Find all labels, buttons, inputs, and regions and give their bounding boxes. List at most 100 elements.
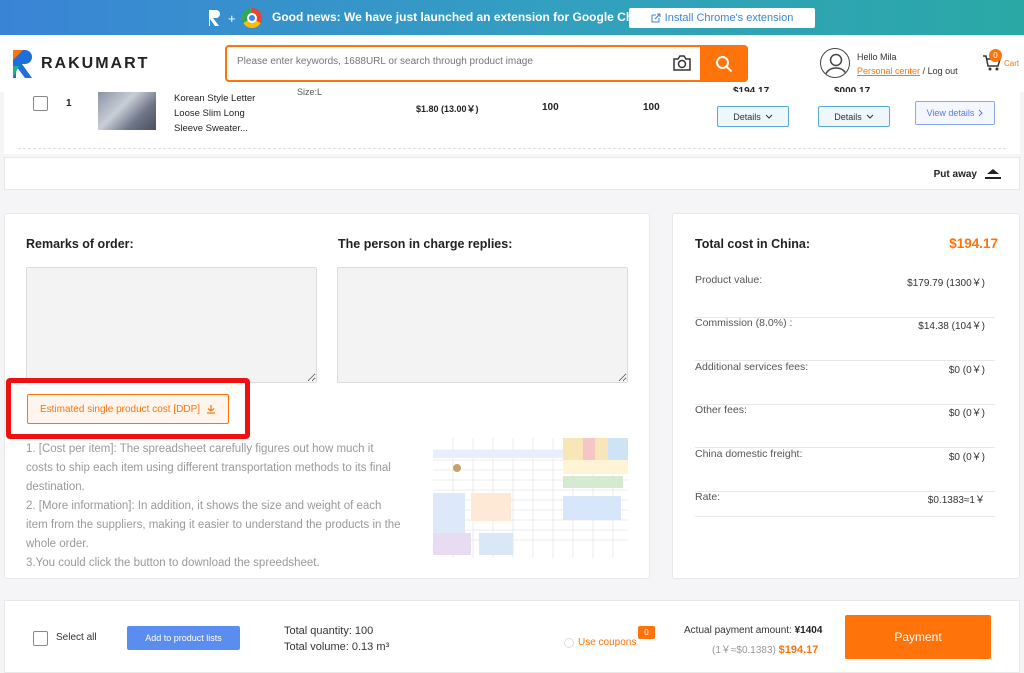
details-dropdown-button[interactable]: Details	[717, 106, 789, 127]
product-size: Size:L	[297, 87, 323, 97]
summary-row-value: $179.79 (1300￥)	[907, 278, 985, 289]
row-divider	[18, 148, 1006, 149]
chevron-down-icon	[765, 114, 773, 119]
personal-center-link[interactable]: Personal center	[857, 66, 920, 76]
logo-text: RAKUMART	[41, 55, 150, 72]
summary-row-label: Additional services fees:	[695, 361, 809, 373]
actual-payment-value: ¥1404	[794, 625, 823, 636]
explanation-line: 1. [Cost per item]: The spreadsheet care…	[26, 443, 374, 455]
put-away-label: Put away	[933, 169, 977, 180]
total-quantity: Total quantity: 100	[284, 625, 374, 637]
product-row-index: 1	[66, 98, 72, 109]
product-name-line: Loose Slim Long	[174, 108, 245, 119]
install-extension-button[interactable]: Install Chrome's extension	[629, 8, 815, 28]
coupon-count-badge: 0	[638, 626, 655, 639]
camera-icon[interactable]	[672, 54, 692, 72]
explanation-line: item from the suppliers, making it easie…	[26, 519, 401, 531]
put-away-bar[interactable]: Put away	[4, 157, 1020, 190]
summary-row-value: $0 (0￥)	[948, 408, 985, 419]
banner-message: Good news: We have just launched an exte…	[272, 10, 681, 24]
details-dropdown-button[interactable]: Details	[818, 106, 890, 127]
summary-total: $194.17	[949, 236, 998, 251]
select-all-label[interactable]: Select all	[56, 632, 97, 643]
ddp-explanation: 1. [Cost per item]: The spreadsheet care…	[26, 440, 411, 573]
explanation-line: 3.You could click the button to download…	[26, 557, 320, 569]
details-label: Details	[834, 111, 862, 122]
account-links: Personal center / Log out	[857, 66, 958, 76]
total-volume: Total volume: 0.13 m³	[284, 641, 390, 653]
product-subtotal-cut: $000.17	[834, 86, 871, 92]
collapse-up-icon	[985, 169, 1001, 179]
order-remarks-textarea[interactable]	[26, 267, 317, 383]
summary-row: Commission (8.0%) : $14.38 (104￥)	[695, 317, 995, 361]
details-label: Details	[733, 111, 761, 122]
explanation-line: 2. [More information]: In addition, it s…	[26, 500, 382, 512]
summary-row-value: $0.1383≈1￥	[927, 495, 985, 506]
explanation-line: destination.	[26, 481, 85, 493]
use-coupons-option[interactable]: Use coupons	[564, 637, 636, 648]
promo-banner: + Good news: We have just launched an ex…	[0, 0, 1024, 35]
chevron-right-icon	[979, 109, 984, 117]
user-icon	[824, 53, 848, 77]
coupon-radio[interactable]	[564, 637, 574, 648]
payment-rate: (1￥≈$0.1383)	[712, 645, 776, 656]
log-out-link[interactable]: / Log out	[923, 66, 958, 76]
product-name-line: Korean Style Letter	[174, 93, 256, 104]
chrome-logo-icon	[241, 8, 262, 28]
external-link-icon	[651, 13, 661, 23]
summary-row: Other fees: $0 (0￥)	[695, 404, 995, 448]
user-avatar[interactable]	[820, 48, 850, 78]
search-input[interactable]	[237, 56, 667, 67]
summary-row-label: Commission (8.0%) :	[695, 317, 793, 329]
payment-button[interactable]: Payment	[845, 615, 991, 659]
payment-usd-total: $194.17	[778, 644, 819, 656]
summary-row-value: $0 (0￥)	[948, 365, 985, 376]
spreadsheet-preview-image	[433, 438, 628, 558]
actual-payment-amount: Actual payment amount: ¥1404	[684, 625, 822, 636]
remarks-title: Remarks of order:	[26, 237, 134, 251]
site-header: RAKUMART Hello Mila Personal center / Lo…	[0, 35, 1024, 92]
search-button[interactable]	[700, 45, 748, 82]
summary-row: Product value: $179.79 (1300￥)	[695, 274, 995, 318]
add-to-product-lists-button[interactable]: Add to product lists	[127, 626, 240, 650]
product-quantity-confirmed: 100	[643, 102, 660, 113]
search-bar	[225, 45, 748, 82]
product-quantity: 100	[542, 102, 559, 113]
plus-icon: +	[228, 10, 236, 26]
summary-row: Rate: $0.1383≈1￥	[695, 491, 995, 517]
product-thumbnail[interactable]	[98, 92, 156, 130]
chevron-down-icon	[866, 114, 874, 119]
user-greeting: Hello Mila	[857, 52, 897, 62]
estimated-ddp-cost-button[interactable]: Estimated single product cost [DDP]	[27, 394, 229, 424]
summary-row-label: China domestic freight:	[695, 448, 803, 460]
download-icon	[207, 405, 216, 414]
use-coupons-label: Use coupons	[578, 637, 637, 648]
cart-count-badge: 0	[989, 49, 1002, 62]
product-name[interactable]: Korean Style Letter Loose Slim Long Slee…	[174, 91, 255, 136]
reply-title: The person in charge replies:	[338, 237, 513, 251]
select-all-checkbox[interactable]	[33, 631, 48, 646]
view-details-label: View details	[926, 108, 975, 118]
summary-row-label: Rate:	[695, 491, 721, 503]
payment-rate-line: (1￥≈$0.1383) $194.17	[712, 641, 818, 656]
site-logo[interactable]: RAKUMART	[11, 48, 149, 80]
actual-payment-label: Actual payment amount:	[684, 625, 795, 636]
rakumart-logo-icon	[209, 10, 220, 26]
product-price: $1.80 (13.00￥)	[416, 104, 479, 114]
product-name-line: Sleeve Sweater...	[174, 123, 248, 134]
summary-row: China domestic freight: $0 (0￥)	[695, 448, 995, 492]
summary-row-value: $14.38 (104￥)	[918, 321, 985, 332]
explanation-line: whole order.	[26, 538, 89, 550]
summary-title: Total cost in China:	[695, 237, 811, 251]
install-extension-label: Install Chrome's extension	[664, 12, 794, 24]
reply-textarea	[337, 267, 628, 383]
summary-row-value: $0 (0￥)	[948, 452, 985, 463]
banner-logos: +	[208, 8, 262, 28]
cart-label[interactable]: Cart	[1004, 59, 1019, 68]
explanation-line: costs to ship each item using different …	[26, 462, 391, 474]
summary-row-label: Product value:	[695, 274, 763, 286]
view-details-button[interactable]: View details	[915, 101, 995, 125]
summary-row-label: Other fees:	[695, 404, 747, 416]
ddp-button-label: Estimated single product cost [DDP]	[39, 403, 201, 415]
product-row-checkbox[interactable]	[33, 96, 48, 111]
